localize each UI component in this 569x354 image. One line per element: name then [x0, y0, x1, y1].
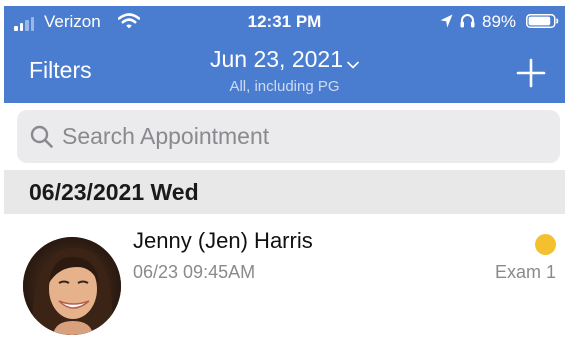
section-date-label: 06/23/2021 Wed: [29, 179, 199, 205]
patient-name: Jenny (Jen) Harris: [133, 228, 313, 253]
chevron-down-icon: [347, 61, 359, 68]
status-bar: Verizon 12:31 PM 89%: [4, 6, 565, 36]
date-subtitle: All, including PG: [229, 78, 340, 95]
battery-icon: [526, 14, 559, 28]
appointment-row[interactable]: Jenny (Jen) Harris 06/23 09:45AM Exam 1: [4, 214, 565, 354]
avatar-photo: [23, 237, 121, 335]
search-icon: [30, 125, 53, 148]
nav-bar: Filters Jun 23, 2021 All, including PG: [4, 36, 565, 103]
plus-icon: [516, 58, 546, 88]
search-input[interactable]: [62, 110, 542, 163]
avatar: [23, 237, 121, 335]
headphones-icon: [460, 14, 475, 28]
battery-percent: 89%: [482, 12, 517, 31]
status-time: 12:31 PM: [247, 12, 322, 31]
appointments-screen: Verizon 12:31 PM 89% Filters Jun 23, 202…: [4, 6, 565, 354]
status-indicator: [535, 234, 556, 255]
app-header: Verizon 12:31 PM 89% Filters Jun 23, 202…: [4, 6, 565, 103]
appointment-datetime: 06/23 09:45AM: [133, 262, 256, 282]
add-appointment-button[interactable]: [516, 58, 546, 88]
date-title: Jun 23, 2021: [209, 46, 343, 72]
location-arrow-icon: [440, 14, 453, 28]
search-bar[interactable]: [17, 110, 560, 163]
exam-room: Exam 1: [494, 262, 556, 282]
date-section-header: 06/23/2021 Wed: [4, 170, 565, 214]
date-picker-button[interactable]: Jun 23, 2021 All, including PG: [4, 46, 565, 95]
